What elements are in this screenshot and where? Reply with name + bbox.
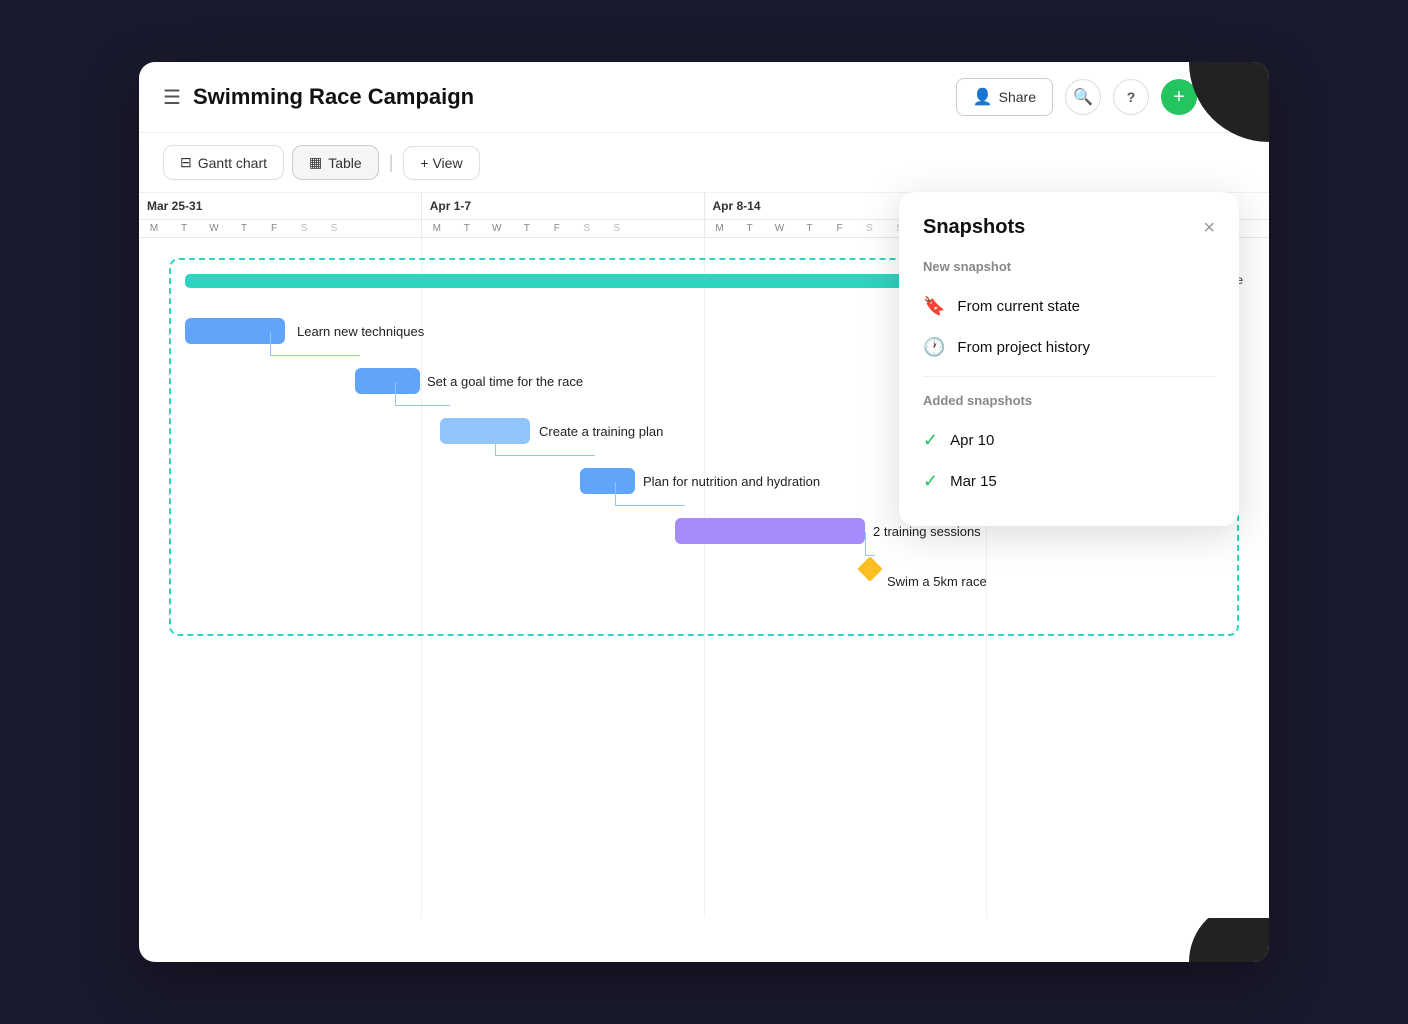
view-button[interactable]: + View (403, 146, 479, 180)
day-cell: S (572, 220, 602, 237)
snapshot-mar15-item[interactable]: ✓ Mar 15 (923, 461, 1215, 502)
share-button[interactable]: 👤 Share (956, 78, 1053, 116)
day-cell: S (319, 220, 349, 237)
gantt-label: Gantt chart (198, 155, 267, 171)
day-cell: M (422, 220, 452, 237)
gantt-icon: ⊟ (180, 154, 192, 171)
day-cell: S (289, 220, 319, 237)
panel-divider (923, 376, 1215, 377)
week-label-2: Apr 1-7 (422, 193, 704, 220)
added-snapshots-section-label: Added snapshots (923, 393, 1215, 408)
day-cell: W (765, 220, 795, 237)
snapshot1-label: Apr 10 (950, 432, 994, 449)
snapshots-panel: Snapshots × New snapshot 🔖 From current … (899, 192, 1239, 526)
from-current-state-item[interactable]: 🔖 From current state (923, 286, 1215, 327)
diamond-milestone (857, 556, 882, 581)
help-button[interactable]: ? (1113, 79, 1149, 115)
search-icon: 🔍 (1073, 87, 1093, 107)
connector-h-3 (495, 432, 595, 456)
check-icon-2: ✓ (923, 471, 938, 492)
table-button[interactable]: ▦ Table (292, 145, 379, 180)
day-cell: T (795, 220, 825, 237)
task-row-6: Swim a 5km race (185, 556, 1223, 606)
gantt-chart-button[interactable]: ⊟ Gantt chart (163, 145, 284, 180)
header-left: ☰ Swimming Race Campaign (163, 84, 474, 110)
close-button[interactable]: × (1203, 218, 1215, 238)
day-cell: T (452, 220, 482, 237)
day-cell: T (735, 220, 765, 237)
table-label: Table (328, 155, 361, 171)
task-bar-5[interactable] (675, 518, 865, 544)
bookmark-icon: 🔖 (923, 296, 945, 317)
hamburger-icon: ☰ (163, 85, 181, 110)
day-cell: T (169, 220, 199, 237)
connector-h-2 (395, 382, 450, 406)
menu-button[interactable]: ☰ (163, 85, 181, 110)
person-icon: 👤 (973, 87, 993, 107)
page-title: Swimming Race Campaign (193, 84, 474, 110)
view-label: + View (420, 155, 462, 171)
toolbar: ⊟ Gantt chart ▦ Table | + View (139, 133, 1269, 193)
day-cell: F (825, 220, 855, 237)
task-label-2: Set a goal time for the race (427, 374, 583, 389)
day-cell: S (855, 220, 885, 237)
search-button[interactable]: 🔍 (1065, 79, 1101, 115)
from-project-history-item[interactable]: 🕐 From project history (923, 327, 1215, 368)
week-group-1: Mar 25-31 M T W T F S S (139, 193, 422, 237)
days-row-2: M T W T F S S (422, 220, 704, 237)
app-container: ☰ Swimming Race Campaign 👤 Share 🔍 ? + 👨 (139, 62, 1269, 962)
day-cell: F (542, 220, 572, 237)
history-icon: 🕐 (923, 337, 945, 358)
table-icon: ▦ (309, 154, 322, 171)
connector-h-1 (270, 332, 360, 356)
day-cell: F (259, 220, 289, 237)
day-cell: M (139, 220, 169, 237)
day-cell: T (512, 220, 542, 237)
task-label-6: Swim a 5km race (887, 574, 987, 589)
panel-title: Snapshots (923, 216, 1025, 239)
day-cell: W (482, 220, 512, 237)
toolbar-divider: | (389, 152, 394, 173)
week-label-1: Mar 25-31 (139, 193, 421, 220)
question-icon: ? (1127, 89, 1136, 105)
day-cell: M (705, 220, 735, 237)
from-current-label: From current state (957, 298, 1080, 315)
day-cell: W (199, 220, 229, 237)
panel-header: Snapshots × (923, 216, 1215, 239)
check-icon-1: ✓ (923, 430, 938, 451)
from-history-label: From project history (957, 339, 1090, 356)
days-row-1: M T W T F S S (139, 220, 421, 237)
share-label: Share (999, 89, 1036, 105)
connector-h-4 (615, 482, 685, 506)
day-cell: T (229, 220, 259, 237)
header: ☰ Swimming Race Campaign 👤 Share 🔍 ? + 👨 (139, 62, 1269, 133)
plus-icon: + (1173, 86, 1185, 109)
day-cell: S (602, 220, 632, 237)
snapshot2-label: Mar 15 (950, 473, 997, 490)
snapshot-apr10-item[interactable]: ✓ Apr 10 (923, 420, 1215, 461)
week-group-2: Apr 1-7 M T W T F S S (422, 193, 705, 237)
connector-h-5 (865, 532, 875, 556)
new-snapshot-section-label: New snapshot (923, 259, 1215, 274)
